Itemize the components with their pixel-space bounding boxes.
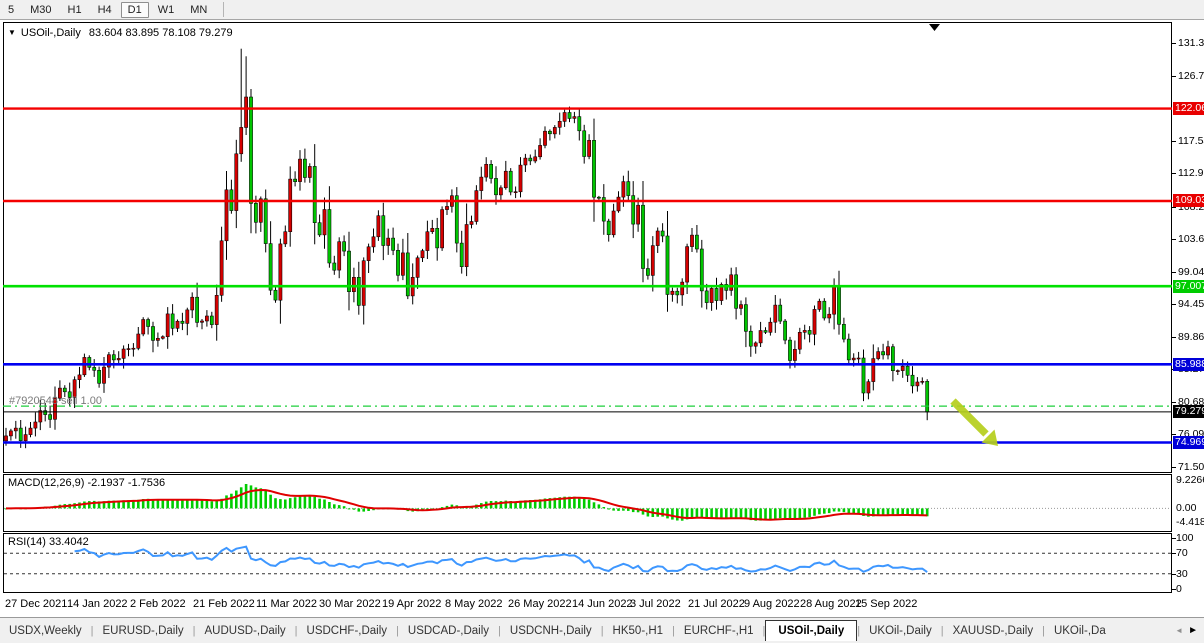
open-position-label: #7920548 sell 1.00 [9,395,102,407]
date-label: 21 Feb 2022 [193,598,255,610]
timeframe-button-h4[interactable]: H4 [91,2,119,18]
price-tick-label: 94.455 [1178,298,1204,310]
price-tick-mark [1172,76,1176,77]
price-tick-mark [1172,467,1176,468]
price-tick-mark [1172,337,1176,338]
date-label: 2 Feb 2022 [130,598,186,610]
price-tick-label: 131.31 [1178,37,1204,49]
price-tick-mark [1172,173,1176,174]
price-tick-label: 103.63 [1178,233,1204,245]
scroll-shift-marker-icon[interactable] [929,24,940,31]
macd-scale-label: 0.00 [1176,502,1196,514]
tab-scroll-left-icon[interactable]: ◄ [1175,626,1183,635]
chart-tab-usoil-daily[interactable]: USOil-,Daily [765,620,857,641]
symbol-dropdown-icon[interactable]: ▼ [8,28,16,37]
timeframe-toolbar: 5M30H1H4D1W1MN [0,0,1204,20]
chart-tab-usdchf-daily[interactable]: USDCHF-,Daily [298,621,397,641]
date-label: 28 Aug 2022 [800,598,862,610]
rsi-scale-label: 30 [1176,568,1188,580]
price-level-label: 79.279 [1173,405,1204,418]
date-label: 9 Aug 2022 [744,598,800,610]
price-level-label: 97.007 [1173,280,1204,293]
price-tick-mark [1172,272,1176,273]
tab-scroll-arrows: ◄ ► [1172,618,1201,643]
tab-scroll-right-icon[interactable]: ► [1188,625,1198,636]
toolbar-separator [223,2,224,17]
chart-tab-usdcad-daily[interactable]: USDCAD-,Daily [399,621,498,641]
price-level-label: 122.06 [1173,102,1204,115]
date-label: 3 Jul 2022 [630,598,681,610]
date-label: 30 Mar 2022 [319,598,381,610]
price-tick-mark [1172,239,1176,240]
price-tick-label: 117.54 [1178,135,1204,147]
macd-histogram [5,484,929,521]
macd-scale-label: -4.4188 [1176,516,1204,528]
timeframe-button-m30[interactable]: M30 [23,2,58,18]
price-tick-label: 112.95 [1178,167,1204,179]
chart-ohlc-values: 83.604 83.895 78.108 79.279 [89,27,233,39]
price-tick-label: 99.045 [1178,266,1204,278]
date-label: 14 Jun 2022 [572,598,633,610]
date-label: 19 Apr 2022 [382,598,441,610]
symbol-tab-bar: USDX,Weekly|EURUSD-,Daily|AUDUSD-,Daily|… [0,617,1204,643]
price-tick-mark [1172,402,1176,403]
rsi-scale-label: 0 [1176,583,1182,595]
date-label: 15 Sep 2022 [855,598,917,610]
price-tick-mark [1172,304,1176,305]
chart-tab-usdx-weekly[interactable]: USDX,Weekly [0,621,91,641]
macd-indicator-label: MACD(12,26,9) -2.1937 -1.7536 [8,477,165,489]
time-scale[interactable]: 27 Dec 202114 Jan 20222 Feb 2022 21 Feb 2… [3,594,1172,616]
date-label: 11 Mar 2022 [256,598,317,610]
price-tick-mark [1172,434,1176,435]
chart-title: ▼ USOil-,Daily 83.604 83.895 78.108 79.279 [8,27,233,39]
rsi-scale-label: 100 [1176,532,1194,544]
price-level-label: 74.969 [1173,436,1204,449]
price-tick-mark [1172,43,1176,44]
rsi-indicator-label: RSI(14) 33.4042 [8,536,89,548]
price-level-label: 109.03 [1173,194,1204,207]
timeframe-button-h1[interactable]: H1 [61,2,89,18]
chart-tab-ukoil-da[interactable]: UKOil-,Da [1045,621,1115,641]
date-label: 26 May 2022 [508,598,572,610]
timeframe-button-d1[interactable]: D1 [121,2,149,18]
date-label: 8 May 2022 [445,598,502,610]
chart-tab-eurchf-h1[interactable]: EURCHF-,H1 [675,621,763,641]
down-arrow-annotation[interactable] [953,401,998,446]
timeframe-button-5[interactable]: 5 [1,2,21,18]
chart-symbol-label: USOil-,Daily [21,27,81,39]
rsi-line [75,547,928,572]
price-tick-label: 89.865 [1178,331,1204,343]
date-label: 14 Jan 2022 [67,598,128,610]
macd-scale-label: 9.2266 [1176,474,1204,486]
price-tick-label: 71.505 [1178,461,1204,473]
chart-tab-ukoil-daily[interactable]: UKOil-,Daily [860,621,941,641]
chart-tab-xauusd-daily[interactable]: XAUUSD-,Daily [944,621,1043,641]
price-tick-mark [1172,141,1176,142]
chart-tab-usdcnh-daily[interactable]: USDCNH-,Daily [501,621,601,641]
price-level-label: 85.988 [1173,358,1204,371]
rsi-scale-label: 70 [1176,547,1188,559]
price-tick-label: 126.72 [1178,70,1204,82]
chart-tab-eurusd-daily[interactable]: EURUSD-,Daily [94,621,193,641]
timeframe-button-mn[interactable]: MN [183,2,214,18]
timeframe-button-w1[interactable]: W1 [151,2,182,18]
date-label: 21 Jul 2022 [688,598,745,610]
chart-tab-audusd-daily[interactable]: AUDUSD-,Daily [196,621,295,641]
date-label: 27 Dec 2021 [5,598,67,610]
price-tick-mark [1172,207,1176,208]
chart-tab-hk50-h1[interactable]: HK50-,H1 [604,621,673,641]
